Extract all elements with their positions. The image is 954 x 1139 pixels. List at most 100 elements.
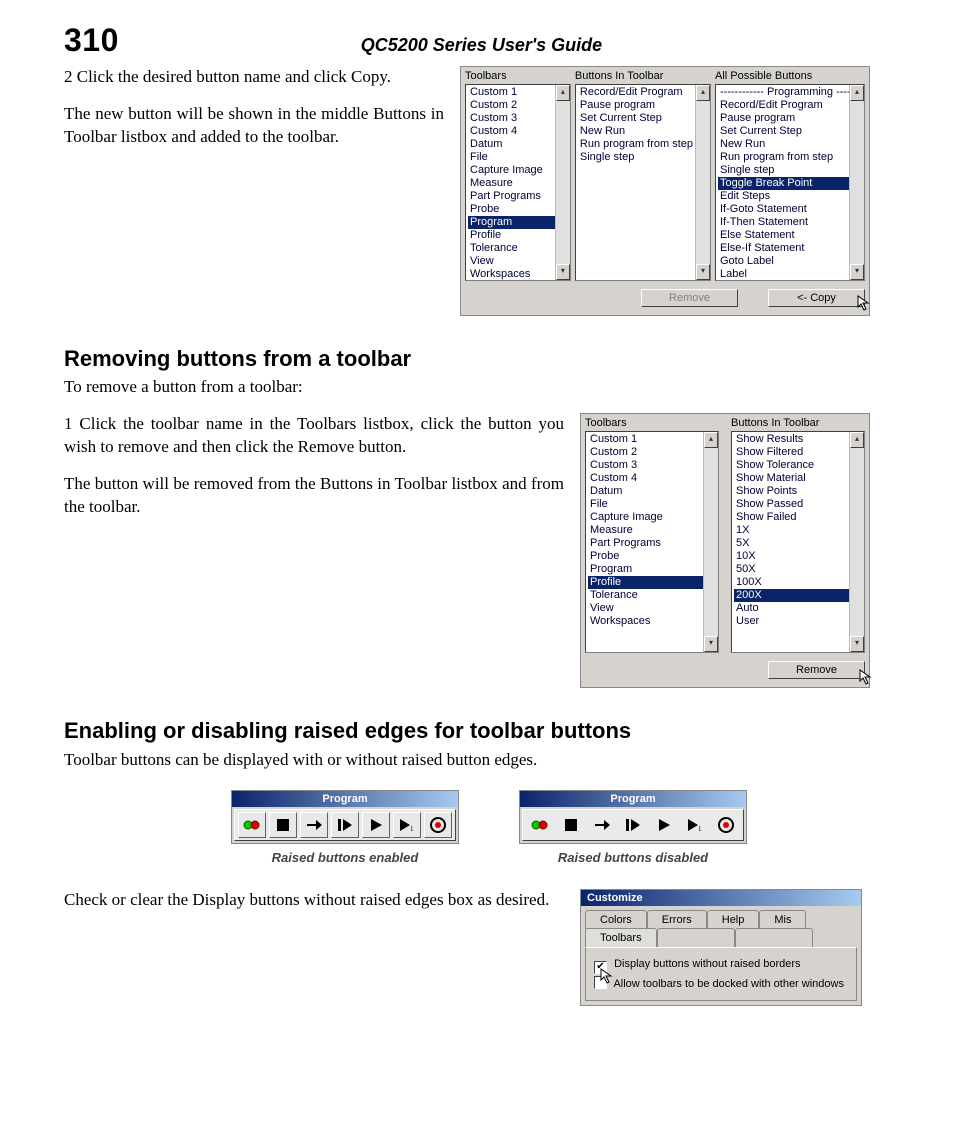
list-item[interactable]: Set Current Step: [578, 112, 695, 125]
tab-help[interactable]: Help: [707, 910, 760, 929]
list-item[interactable]: Capture Image: [468, 164, 555, 177]
buttons-in-toolbar-listbox[interactable]: Show ResultsShow FilteredShow ToleranceS…: [731, 431, 865, 653]
list-item[interactable]: Single step: [718, 164, 849, 177]
list-item[interactable]: Tolerance: [468, 242, 555, 255]
toolbars-listbox[interactable]: Custom 1Custom 2Custom 3Custom 4DatumFil…: [465, 84, 571, 281]
list-item[interactable]: Custom 2: [588, 446, 703, 459]
list-item[interactable]: Workspaces: [588, 615, 703, 628]
list-item[interactable]: 5X: [734, 537, 849, 550]
remove-button[interactable]: Remove: [768, 661, 865, 679]
list-item[interactable]: 100X: [734, 576, 849, 589]
list-item[interactable]: Custom 4: [588, 472, 703, 485]
list-item[interactable]: Toggle Break Point: [718, 177, 849, 190]
list-item[interactable]: Datum: [588, 485, 703, 498]
list-item[interactable]: Capture Image: [588, 511, 703, 524]
scrollbar[interactable]: ▴ ▾: [849, 85, 864, 280]
buttons-in-toolbar-listbox[interactable]: Record/Edit ProgramPause programSet Curr…: [575, 84, 711, 281]
scrollbar[interactable]: ▴ ▾: [703, 432, 718, 652]
list-item[interactable]: Show Tolerance: [734, 459, 849, 472]
tab-mis[interactable]: Mis: [759, 910, 806, 929]
list-item[interactable]: Measure: [588, 524, 703, 537]
list-item[interactable]: Record/Edit Program: [578, 86, 695, 99]
list-item[interactable]: Part Programs: [588, 537, 703, 550]
list-item[interactable]: Custom 4: [468, 125, 555, 138]
list-item[interactable]: Probe: [588, 550, 703, 563]
list-item[interactable]: Program: [588, 563, 703, 576]
list-item[interactable]: If-Then Statement: [718, 216, 849, 229]
list-item[interactable]: New Run: [718, 138, 849, 151]
list-item[interactable]: Datum: [468, 138, 555, 151]
tab-colors[interactable]: Colors: [585, 910, 647, 929]
list-item[interactable]: Custom 1: [588, 433, 703, 446]
scroll-down-icon[interactable]: ▾: [704, 636, 718, 652]
list-item[interactable]: Pause program: [578, 99, 695, 112]
play-bar-icon[interactable]: [619, 812, 647, 838]
tab-blank[interactable]: [657, 928, 735, 947]
list-item[interactable]: User: [734, 615, 849, 628]
record-edit-icon[interactable]: [526, 812, 554, 838]
list-item[interactable]: File: [468, 151, 555, 164]
list-item[interactable]: Set Current Step: [718, 125, 849, 138]
scroll-up-icon[interactable]: ▴: [850, 432, 864, 448]
scroll-up-icon[interactable]: ▴: [704, 432, 718, 448]
list-item[interactable]: Show Filtered: [734, 446, 849, 459]
scroll-down-icon[interactable]: ▾: [556, 264, 570, 280]
list-item[interactable]: Single step: [578, 151, 695, 164]
list-item[interactable]: Profile: [588, 576, 703, 589]
play-step-icon[interactable]: 1: [681, 812, 709, 838]
play-icon[interactable]: [362, 812, 390, 838]
play-step-icon[interactable]: 1: [393, 812, 421, 838]
list-item[interactable]: Else Statement: [718, 229, 849, 242]
list-item[interactable]: Workspaces: [468, 268, 555, 280]
list-item[interactable]: Show Results: [734, 433, 849, 446]
list-item[interactable]: Custom 3: [588, 459, 703, 472]
toolbars-listbox[interactable]: Custom 1Custom 2Custom 3Custom 4DatumFil…: [585, 431, 719, 653]
remove-button[interactable]: Remove: [641, 289, 738, 307]
play-bar-icon[interactable]: [331, 812, 359, 838]
scrollbar[interactable]: ▴ ▾: [555, 85, 570, 280]
list-item[interactable]: Custom 1: [468, 86, 555, 99]
list-item[interactable]: Goto Label: [718, 255, 849, 268]
list-item[interactable]: Probe: [468, 203, 555, 216]
record-edit-icon[interactable]: [238, 812, 266, 838]
list-item[interactable]: If-Goto Statement: [718, 203, 849, 216]
arrow-right-icon[interactable]: [300, 812, 328, 838]
list-item[interactable]: Program: [468, 216, 555, 229]
tab-errors[interactable]: Errors: [647, 910, 707, 929]
scroll-up-icon[interactable]: ▴: [850, 85, 864, 101]
list-item[interactable]: Edit Steps: [718, 190, 849, 203]
tab-toolbars[interactable]: Toolbars: [585, 928, 657, 947]
scroll-down-icon[interactable]: ▾: [850, 636, 864, 652]
scroll-up-icon[interactable]: ▴: [556, 85, 570, 101]
stop-icon[interactable]: [269, 812, 297, 838]
list-item[interactable]: Show Material: [734, 472, 849, 485]
arrow-right-icon[interactable]: [588, 812, 616, 838]
list-item[interactable]: Custom 3: [468, 112, 555, 125]
scroll-up-icon[interactable]: ▴: [696, 85, 710, 101]
list-item[interactable]: Run program from step: [578, 138, 695, 151]
list-item[interactable]: 200X: [734, 589, 849, 602]
tab-blank[interactable]: [735, 928, 813, 947]
list-item[interactable]: 1X: [734, 524, 849, 537]
list-item[interactable]: Record/Edit Program: [718, 99, 849, 112]
list-item[interactable]: 10X: [734, 550, 849, 563]
list-item[interactable]: Show Points: [734, 485, 849, 498]
list-item[interactable]: Pause program: [718, 112, 849, 125]
play-icon[interactable]: [650, 812, 678, 838]
list-item[interactable]: View: [468, 255, 555, 268]
list-item[interactable]: Custom 2: [468, 99, 555, 112]
list-item[interactable]: Show Passed: [734, 498, 849, 511]
scroll-down-icon[interactable]: ▾: [696, 264, 710, 280]
list-item[interactable]: New Run: [578, 125, 695, 138]
list-item[interactable]: View: [588, 602, 703, 615]
all-possible-buttons-listbox[interactable]: ------------ Programming ------------Rec…: [715, 84, 865, 281]
stop-icon[interactable]: [557, 812, 585, 838]
scrollbar[interactable]: ▴ ▾: [695, 85, 710, 280]
scroll-down-icon[interactable]: ▾: [850, 264, 864, 280]
list-item[interactable]: Run program from step: [718, 151, 849, 164]
list-item[interactable]: Profile: [468, 229, 555, 242]
list-item[interactable]: 50X: [734, 563, 849, 576]
list-item[interactable]: File: [588, 498, 703, 511]
scrollbar[interactable]: ▴ ▾: [849, 432, 864, 652]
list-item[interactable]: Measure: [468, 177, 555, 190]
